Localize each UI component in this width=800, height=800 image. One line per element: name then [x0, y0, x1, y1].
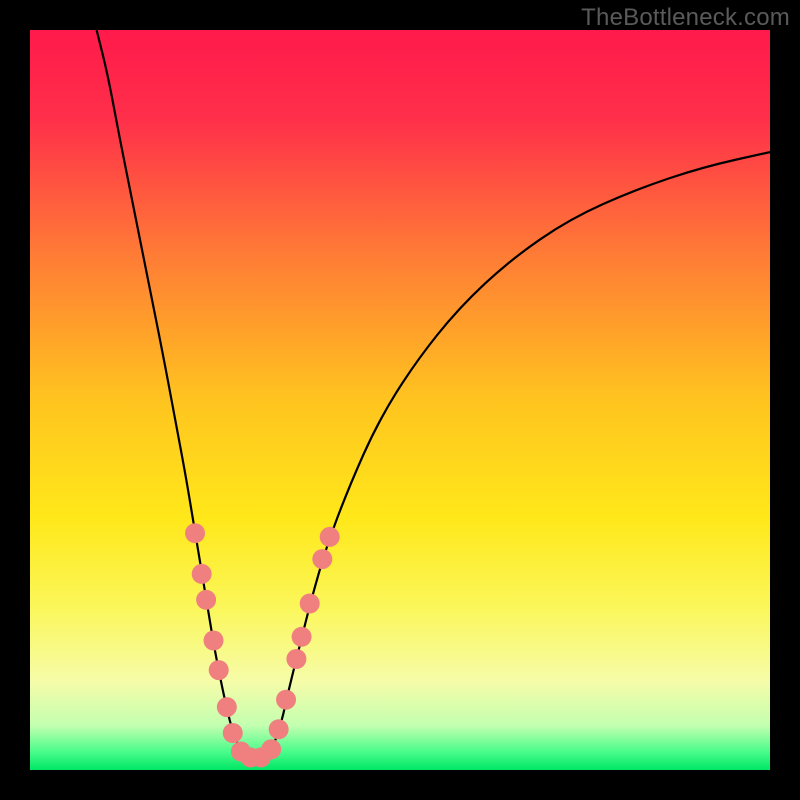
watermark-text: TheBottleneck.com [581, 4, 790, 32]
plot-area [30, 30, 770, 770]
marker-dot [204, 631, 224, 651]
marker-dot [300, 594, 320, 614]
marker-dot [209, 660, 229, 680]
plot-svg [30, 30, 770, 770]
marker-dot [185, 523, 205, 543]
gradient-background [30, 30, 770, 770]
marker-dot [286, 649, 306, 669]
chart-root: TheBottleneck.com [0, 0, 800, 800]
marker-dot [217, 697, 237, 717]
marker-dot [223, 723, 243, 743]
marker-dot [276, 690, 296, 710]
marker-dot [261, 739, 281, 759]
marker-dot [269, 719, 289, 739]
marker-dot [292, 627, 312, 647]
marker-dot [192, 564, 212, 584]
marker-dot [320, 527, 340, 547]
marker-dot [312, 549, 332, 569]
marker-dot [196, 590, 216, 610]
